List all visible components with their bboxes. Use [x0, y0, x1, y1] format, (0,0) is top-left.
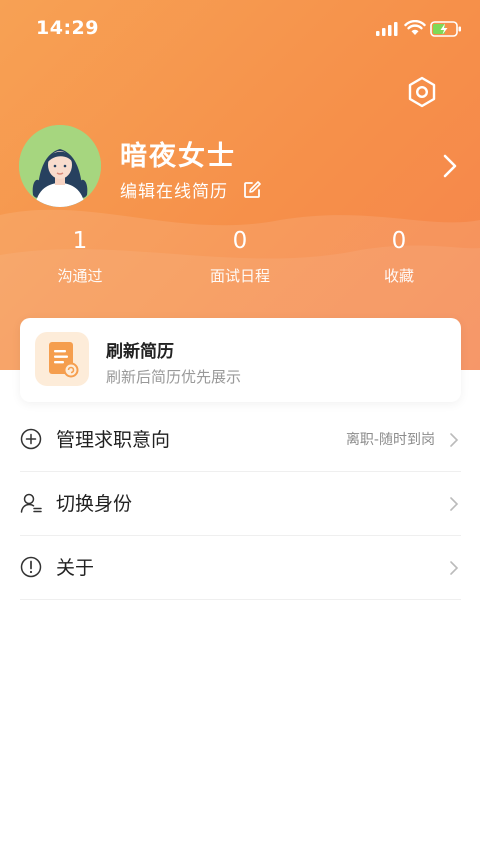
edit-resume-label: 编辑在线简历 — [120, 182, 228, 202]
resume-refresh-icon — [35, 332, 89, 386]
menu-item-label: 关于 — [56, 557, 95, 579]
avatar-illustration — [19, 125, 101, 207]
menu-item-about[interactable]: 关于 — [20, 536, 461, 600]
stat-value: 0 — [391, 228, 407, 254]
menu-item-label: 管理求职意向 — [56, 429, 171, 451]
chevron-right-icon[interactable] — [440, 153, 460, 179]
info-circle-icon — [20, 556, 42, 578]
stat-favorites[interactable]: 0 收藏 — [339, 228, 459, 286]
stat-label: 面试日程 — [209, 267, 270, 285]
user-name: 暗夜女士 — [120, 141, 236, 172]
menu-item-label: 切换身份 — [56, 493, 133, 515]
stat-communicated[interactable]: 1 沟通过 — [20, 228, 140, 286]
stat-interview-schedule[interactable]: 0 面试日程 — [180, 228, 300, 286]
chevron-right-icon — [450, 497, 459, 511]
stat-value: 1 — [72, 228, 88, 254]
stat-value: 0 — [232, 228, 248, 254]
status-time: 14:29 — [36, 17, 99, 39]
refresh-resume-title: 刷新简历 — [106, 342, 174, 362]
refresh-resume-subtitle: 刷新后简历优先展示 — [106, 368, 242, 386]
menu-item-job-intention[interactable]: 管理求职意向 离职-随时到岗 — [20, 408, 461, 472]
switch-user-icon — [20, 493, 42, 513]
wifi-icon — [404, 20, 426, 35]
avatar[interactable] — [19, 125, 101, 207]
chevron-right-icon — [450, 561, 459, 575]
job-status-value: 离职-随时到岗 — [345, 432, 435, 448]
settings-icon[interactable] — [404, 74, 440, 110]
stat-label: 沟通过 — [57, 267, 103, 285]
status-bar: 14:29 — [0, 0, 480, 60]
menu-item-switch-identity[interactable]: 切换身份 — [20, 472, 461, 536]
plus-circle-icon — [20, 428, 42, 450]
stat-label: 收藏 — [383, 267, 414, 285]
edit-icon — [244, 180, 261, 198]
edit-resume-link[interactable]: 编辑在线简历 — [120, 177, 262, 202]
chevron-right-icon — [450, 433, 459, 447]
signal-icon — [376, 22, 398, 36]
refresh-resume-card[interactable]: 刷新简历 刷新后简历优先展示 — [20, 318, 461, 402]
battery-charging-icon — [430, 21, 461, 37]
